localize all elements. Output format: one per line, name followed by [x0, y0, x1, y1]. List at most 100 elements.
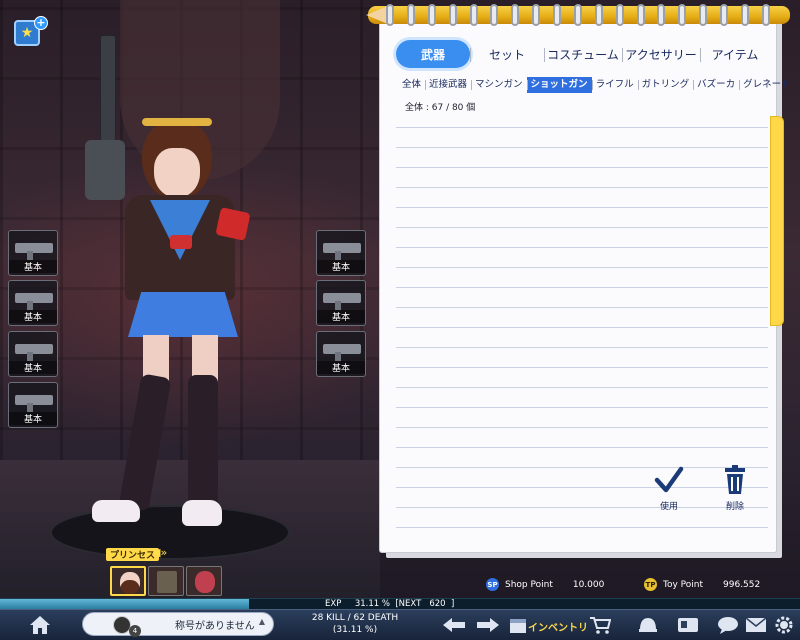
character-model[interactable] [70, 30, 290, 530]
weapon-grip [335, 251, 341, 260]
id-card-icon[interactable] [676, 614, 700, 636]
character-portrait [195, 571, 215, 593]
kill-death-line: 28 KILL / 62 DEATH [311, 613, 399, 623]
ring [469, 4, 478, 26]
exp-bar-fill [0, 599, 249, 609]
ring [553, 4, 561, 26]
weapon-slot-right-3[interactable]: 基本 [316, 331, 366, 377]
weapon-grip [27, 352, 33, 361]
home-icon[interactable] [28, 614, 52, 636]
weapon-icon [15, 395, 53, 405]
ring [740, 4, 749, 26]
ring [386, 4, 394, 26]
title-selector[interactable]: 4 称号がありません ▲ [82, 612, 274, 637]
subtab-shotgun[interactable]: ショットガン [526, 77, 592, 93]
character-ribbon [142, 118, 212, 126]
plus-icon[interactable]: + [34, 16, 48, 30]
ring [573, 4, 582, 26]
weapon-slot-label: 基本 [9, 260, 57, 273]
character-slot-3[interactable] [186, 566, 222, 596]
item-count: 全体 : 67 / 80 個 [405, 103, 476, 113]
tab-weapons[interactable]: 武器 [396, 40, 470, 68]
weapon-slot-label: 基本 [9, 361, 57, 374]
calendar-icon[interactable] [506, 614, 530, 636]
shop-point-label: Shop Point [505, 579, 553, 590]
ring [657, 4, 666, 26]
weapon-icon [323, 243, 361, 253]
ring [761, 4, 770, 26]
weapon-slot-label: 基本 [9, 412, 57, 425]
shop-point-value: 10.000 [572, 579, 605, 590]
weapon-slot-left-4[interactable]: 基本 [8, 382, 58, 428]
subtab-machinegun[interactable]: マシンガン [471, 77, 527, 93]
ring [615, 4, 624, 26]
character-slot-1[interactable] [110, 566, 146, 596]
subtab-all[interactable]: 全体 [398, 77, 425, 93]
weapon-grip [27, 403, 33, 412]
toy-point-display: TP Toy Point 996.552 [644, 578, 760, 591]
tab-set[interactable]: セット [470, 40, 544, 68]
ring [720, 4, 728, 26]
weapon-slot-label: 基本 [317, 310, 365, 323]
inventory-label[interactable]: インベントリ [528, 619, 588, 634]
chat-icon[interactable] [716, 614, 740, 636]
weapon-grip [27, 251, 33, 260]
ring [490, 4, 499, 26]
character-slot-2[interactable] [148, 566, 184, 596]
use-button[interactable]: 使用 [646, 465, 692, 512]
weapon-slot-label: 基本 [317, 260, 365, 273]
ring [594, 4, 603, 26]
cart-icon[interactable] [588, 614, 612, 636]
ring [406, 4, 415, 26]
forward-arrow-icon[interactable] [476, 614, 500, 636]
weapon-icon [15, 243, 53, 253]
sound-icon[interactable]: ◀» [152, 546, 167, 559]
kill-death-stats: 28 KILL / 62 DEATH (31.11 %) [300, 612, 410, 636]
character-leg-left [118, 373, 172, 512]
subtab-gatling[interactable]: ガトリング [637, 77, 694, 93]
weapon-type-subtabs: 全体 近接武器 マシンガン ショットガン ライフル ガトリング バズーカ グレネ… [398, 76, 791, 94]
weapon-icon [323, 344, 361, 354]
ring [427, 4, 436, 26]
tab-item[interactable]: アイテム [700, 40, 770, 68]
ring [448, 4, 457, 26]
weapon-icon [323, 293, 361, 303]
weapon-slot-right-2[interactable]: 基本 [316, 280, 366, 326]
delete-button[interactable]: 削除 [712, 465, 758, 512]
shop-point-display: SP Shop Point 10.000 [486, 578, 604, 591]
shop-point-icon: SP [486, 578, 499, 591]
tab-costume[interactable]: コスチューム [544, 40, 622, 68]
subtab-rifle[interactable]: ライフル [591, 77, 638, 93]
weapon-slot-right-1[interactable]: 基本 [316, 230, 366, 276]
weapon-slot-label: 基本 [317, 361, 365, 374]
tab-accessory[interactable]: アクセサリー [622, 40, 700, 68]
subtab-melee[interactable]: 近接武器 [425, 77, 471, 93]
mail-icon[interactable] [744, 614, 768, 636]
ring [699, 4, 708, 26]
toy-point-icon: TP [644, 578, 657, 591]
weapon-slot-label: 基本 [9, 310, 57, 323]
weapon-slot-left-1[interactable]: 基本 [8, 230, 58, 276]
subtab-bazooka[interactable]: バズーカ [693, 77, 739, 93]
toy-point-label: Toy Point [663, 579, 704, 590]
ring [511, 4, 520, 26]
subtab-grenade[interactable]: グレネード [739, 77, 795, 93]
ring [678, 4, 687, 26]
weapon-grip [335, 301, 341, 310]
character-gun-body [85, 140, 125, 200]
weapon-slot-left-2[interactable]: 基本 [8, 280, 58, 326]
notebook-bookmark[interactable] [770, 116, 784, 326]
trash-icon [725, 465, 745, 494]
back-arrow-icon[interactable] [442, 614, 466, 636]
character-shoe-left [92, 500, 140, 522]
gear-icon[interactable] [772, 614, 796, 636]
character-bow [170, 235, 192, 249]
helmet-icon[interactable] [636, 614, 660, 636]
character-face [154, 148, 200, 198]
ring [636, 4, 645, 26]
toy-point-value: 996.552 [723, 579, 761, 590]
character-skirt [128, 292, 238, 337]
delete-label: 削除 [725, 502, 744, 512]
weapon-slot-left-3[interactable]: 基本 [8, 331, 58, 377]
weapon-icon [15, 344, 53, 354]
